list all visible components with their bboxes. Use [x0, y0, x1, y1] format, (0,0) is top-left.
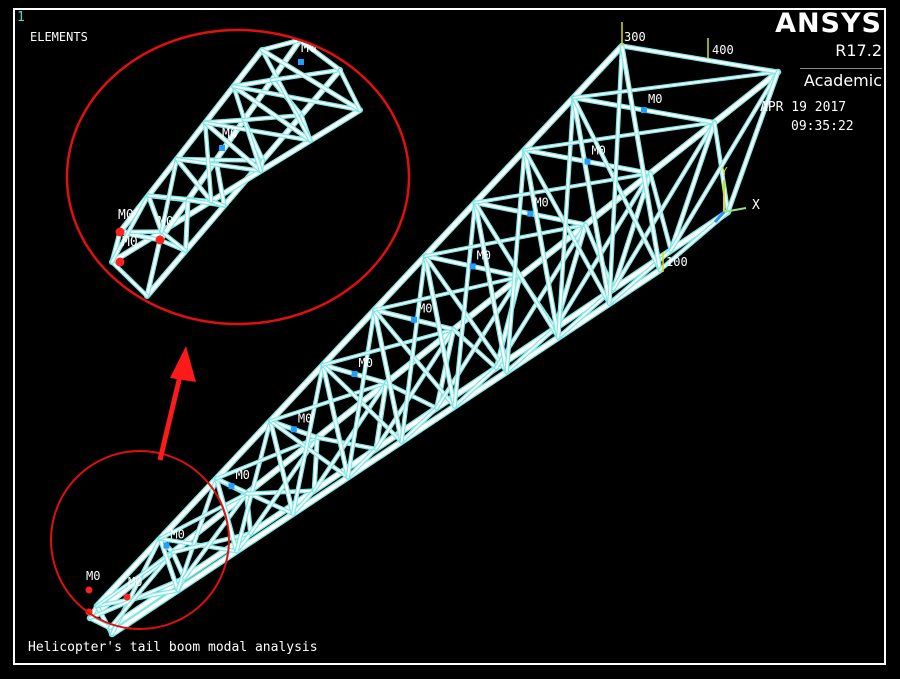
edition-label: Academic — [800, 68, 882, 90]
mass-element-label: M0 — [418, 302, 432, 316]
window-number: 1 — [17, 10, 25, 25]
zoom-inset-contents: M0M0M0 M0M0 — [109, 37, 363, 299]
truss-beam — [620, 44, 780, 74]
mass-element-label: M0 — [122, 235, 138, 250]
plot-type-label: ELEMENTS — [30, 30, 88, 44]
mass-element-marker — [163, 542, 170, 549]
zoom-inset: M0M0M0 M0M0 — [65, 28, 411, 326]
zoom-inset-circle — [65, 28, 411, 326]
fixed-support-marker — [115, 257, 125, 267]
truss-beam — [108, 210, 730, 630]
mass-element-marker — [527, 210, 534, 217]
truss-beam — [95, 44, 624, 608]
mass-element-label: M0 — [298, 411, 312, 425]
mass-element-label: M0 — [158, 215, 174, 230]
mass-element-marker — [228, 483, 235, 490]
mass-element-label: M0 — [170, 528, 184, 542]
release-label: R17.2 — [835, 41, 882, 60]
callout-arrow-shaft — [157, 371, 184, 461]
callout-arrowhead — [170, 346, 196, 382]
mass-elements: M0 M0 M0 M0 M0 M0 M0 M0 M0 M0 M0 — [85, 92, 662, 616]
mass-element-marker — [469, 263, 476, 270]
node-label-400: 400 — [712, 43, 734, 57]
root-highlight-circle — [50, 450, 230, 630]
plot-time: 09:35:22 — [791, 119, 854, 134]
mass-element-label: M0 — [477, 248, 491, 262]
truss-beam — [669, 71, 779, 252]
mass-element-label: M0 — [591, 144, 605, 158]
mass-element-marker — [219, 145, 225, 151]
mass-element-label: M0 — [648, 92, 662, 106]
mass-element-marker — [584, 158, 591, 165]
mass-element-label: M0 — [359, 356, 373, 370]
mass-element-label: M0 — [235, 468, 249, 482]
node-label-300: 300 — [624, 30, 646, 44]
axis-x-label: X — [752, 198, 760, 213]
axis-y-label: Y — [721, 165, 728, 178]
mass-element-marker — [290, 426, 297, 433]
plot-caption: Helicopter's tail boom modal analysis — [28, 640, 318, 655]
truss-beam — [505, 327, 557, 373]
mass-element-marker — [351, 370, 358, 377]
fixed-support-marker — [155, 235, 165, 245]
truss-beam — [88, 70, 780, 620]
node-label-100: 100 — [666, 255, 688, 269]
mass-element-label: M0 — [86, 569, 100, 583]
mass-element-label: M0 — [118, 208, 134, 223]
mass-element-marker — [298, 59, 304, 65]
fixed-support-marker — [85, 586, 93, 594]
mass-element-label: M0 — [222, 127, 238, 142]
mass-element-label: M0 — [128, 575, 142, 589]
ansys-logo: ANSYS — [775, 8, 882, 39]
mass-element-marker — [411, 316, 418, 323]
plot-date: APR 19 2017 — [760, 100, 847, 115]
fixed-support-marker — [123, 593, 131, 601]
mass-element-marker — [640, 107, 647, 114]
mass-element-label: M0 — [534, 196, 548, 210]
